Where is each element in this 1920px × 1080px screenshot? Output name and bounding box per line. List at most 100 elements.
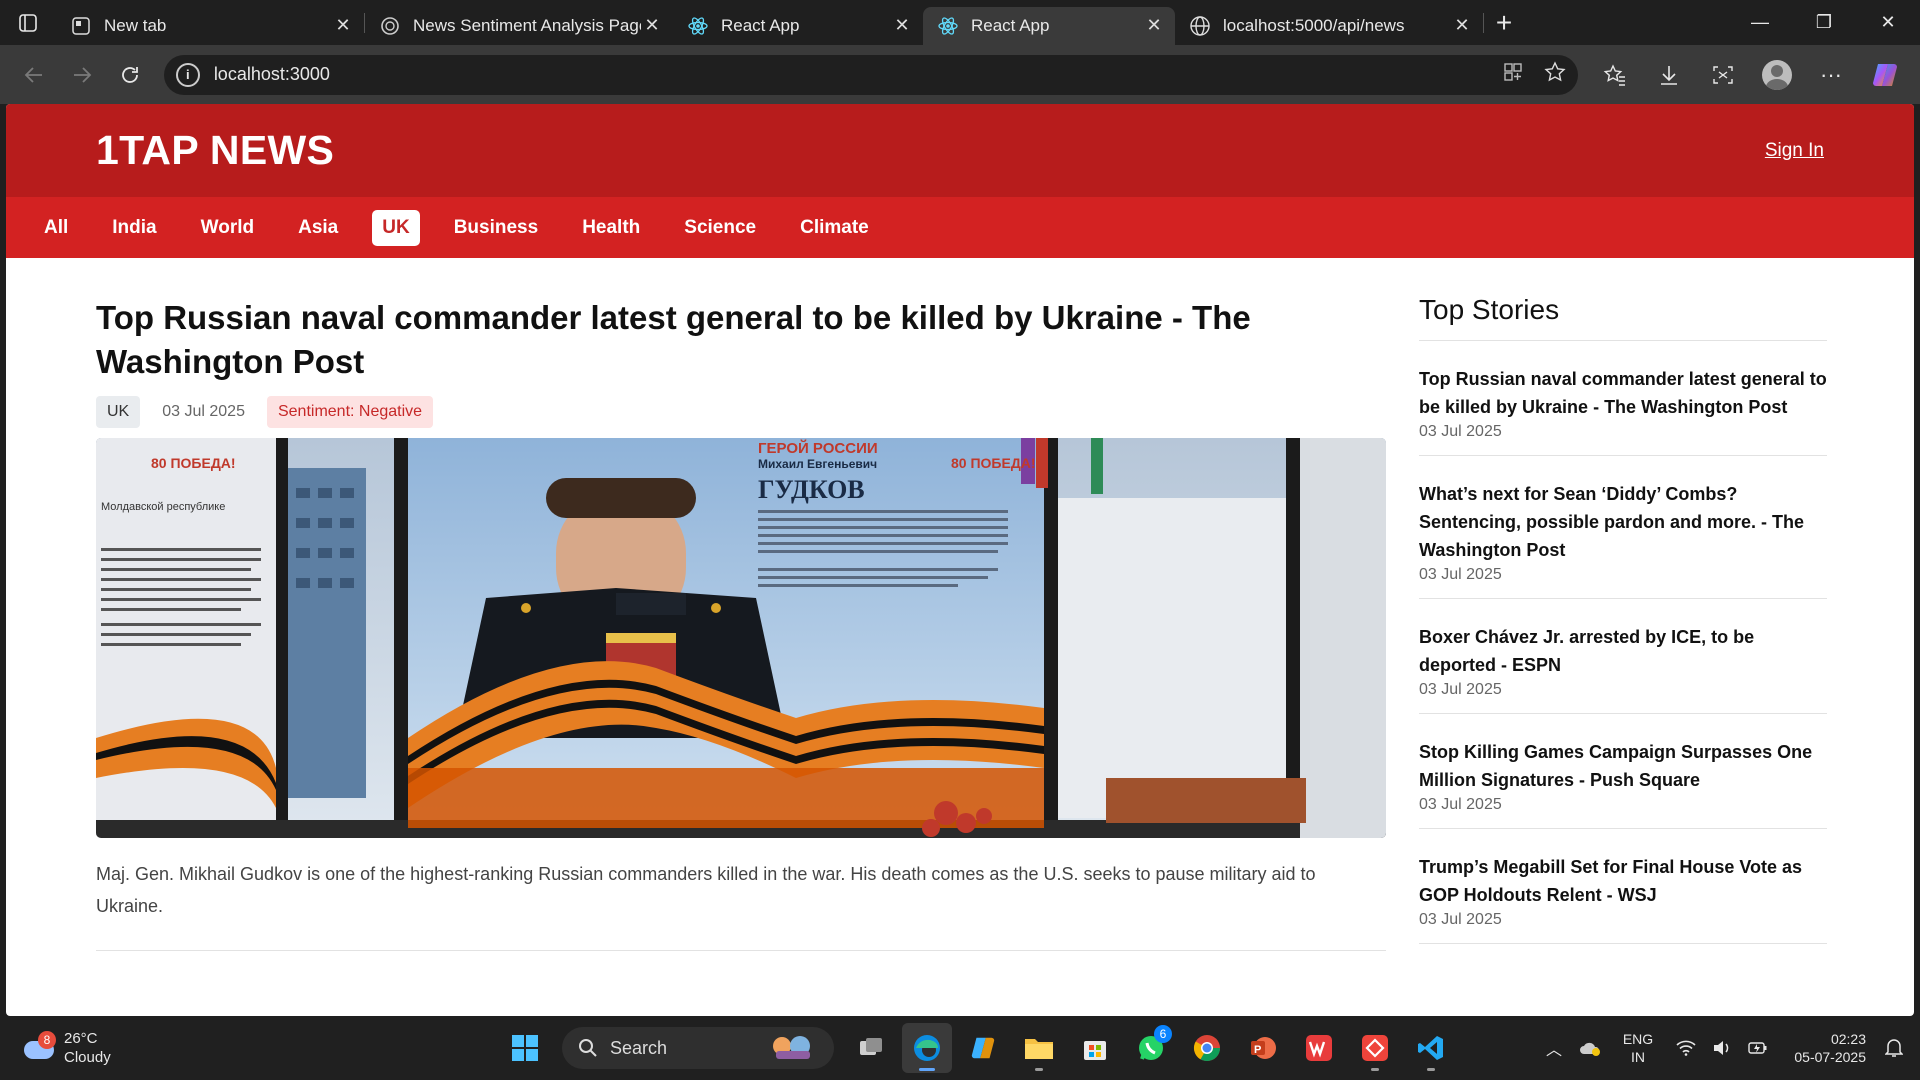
favorites-icon[interactable]	[1590, 51, 1640, 99]
app-available-icon[interactable]	[1502, 61, 1524, 88]
openai-icon	[379, 15, 401, 37]
language-indicator[interactable]: ENG IN	[1608, 1030, 1668, 1066]
tab-new-tab[interactable]: New tab ✕	[56, 7, 364, 45]
forward-button[interactable]	[58, 51, 106, 99]
sign-in-link[interactable]: Sign In	[1765, 140, 1824, 162]
anydesk-icon[interactable]	[1350, 1023, 1400, 1073]
newtab-icon	[70, 15, 92, 37]
category-science[interactable]: Science	[674, 210, 766, 246]
close-tab-icon[interactable]: ✕	[332, 15, 354, 37]
onedrive-icon[interactable]	[1572, 1040, 1608, 1056]
browser-tabbar: New tab ✕ News Sentiment Analysis Page ✕…	[0, 0, 1920, 45]
category-uk[interactable]: UK	[372, 209, 420, 246]
article-headline[interactable]: Top Russian naval commander latest gener…	[96, 296, 1386, 384]
site-logo[interactable]: 1TAP NEWS	[96, 127, 334, 174]
download-icon[interactable]	[1644, 51, 1694, 99]
minimize-icon[interactable]: —	[1728, 0, 1792, 45]
page-viewport: 1TAP NEWS Sign In All India World Asia U…	[6, 104, 1914, 1016]
refresh-button[interactable]	[106, 51, 154, 99]
article-image[interactable]: ГЕРОЙ РОССИИ Михаил Евгеньевич ГУДКОВ 80…	[96, 438, 1386, 838]
windows-start-icon[interactable]	[500, 1023, 550, 1073]
maximize-icon[interactable]: ❐	[1792, 0, 1856, 45]
chrome-icon[interactable]	[1182, 1023, 1232, 1073]
story-date: 03 Jul 2025	[1419, 423, 1502, 440]
taskbar-apps: Search 6 P	[500, 1016, 1456, 1080]
category-asia[interactable]: Asia	[288, 210, 348, 246]
screenshot-icon[interactable]	[1698, 51, 1748, 99]
category-climate[interactable]: Climate	[790, 210, 879, 246]
story-title[interactable]: What’s next for Sean ‘Diddy’ Combs? Sent…	[1419, 480, 1827, 564]
sentiment-badge: Sentiment: Negative	[266, 396, 434, 428]
svg-text:P: P	[1254, 1044, 1261, 1056]
close-tab-icon[interactable]: ✕	[1143, 15, 1165, 37]
close-tab-icon[interactable]: ✕	[1451, 15, 1473, 37]
back-button[interactable]	[10, 51, 58, 99]
new-tab-button[interactable]: +	[1484, 0, 1524, 45]
category-health[interactable]: Health	[572, 210, 650, 246]
tab-react-app[interactable]: React App ✕	[673, 7, 923, 45]
story-item[interactable]: Stop Killing Games Campaign Surpasses On…	[1419, 714, 1827, 829]
clock-time: 02:23	[1830, 1031, 1866, 1047]
address-bar[interactable]: i localhost:3000	[163, 54, 1578, 95]
tab-title: News Sentiment Analysis Page	[413, 15, 641, 35]
wps-office-icon[interactable]	[1294, 1023, 1344, 1073]
notification-bell-icon[interactable]	[1876, 1038, 1912, 1058]
close-tab-icon[interactable]: ✕	[641, 15, 663, 37]
story-item[interactable]: Top Russian naval commander latest gener…	[1419, 341, 1827, 456]
task-view-icon[interactable]	[846, 1023, 896, 1073]
refresh-icon	[121, 66, 138, 83]
profile-button[interactable]	[1752, 51, 1802, 99]
story-item[interactable]: Boxer Chávez Jr. arrested by ICE, to be …	[1419, 599, 1827, 714]
file-explorer-icon[interactable]	[1014, 1023, 1064, 1073]
battery-icon[interactable]	[1740, 1040, 1776, 1056]
lang-line2: IN	[1631, 1049, 1645, 1065]
chevron-up-icon[interactable]: ︿	[1536, 1036, 1572, 1060]
vscode-icon[interactable]	[1406, 1023, 1456, 1073]
close-tab-icon[interactable]: ✕	[891, 15, 913, 37]
system-clock[interactable]: 02:23 05-07-2025	[1776, 1030, 1866, 1066]
poster-left-heading: Молдавской республике	[101, 501, 225, 513]
lang-line1: ENG	[1622, 1031, 1654, 1047]
category-business[interactable]: Business	[444, 210, 548, 246]
category-all[interactable]: All	[34, 210, 78, 246]
tab-api-news[interactable]: localhost:5000/api/news ✕	[1175, 7, 1483, 45]
react-icon	[687, 15, 709, 37]
weather-widget[interactable]: 8 26°C Cloudy	[22, 1029, 282, 1067]
story-title[interactable]: Boxer Chávez Jr. arrested by ICE, to be …	[1419, 623, 1827, 679]
article-date: 03 Jul 2025	[162, 403, 245, 420]
story-title[interactable]: Top Russian naval commander latest gener…	[1419, 365, 1827, 421]
tab-actions-button[interactable]	[0, 0, 56, 45]
volume-icon[interactable]	[1704, 1040, 1740, 1056]
story-item[interactable]: What’s next for Sean ‘Diddy’ Combs? Sent…	[1419, 456, 1827, 599]
category-india[interactable]: India	[102, 210, 166, 246]
microsoft-store-icon[interactable]	[1070, 1023, 1120, 1073]
favorite-star-icon[interactable]	[1544, 61, 1566, 88]
story-title[interactable]: Trump’s Megabill Set for Final House Vot…	[1419, 853, 1827, 909]
close-window-icon[interactable]: ✕	[1856, 0, 1920, 45]
search-placeholder: Search	[610, 1037, 668, 1058]
globe-icon	[1189, 15, 1211, 37]
edge-browser-icon[interactable]	[902, 1023, 952, 1073]
category-nav: All India World Asia UK Business Health …	[6, 197, 1914, 258]
wifi-icon[interactable]	[1668, 1040, 1704, 1056]
tab-news-sentiment[interactable]: News Sentiment Analysis Page ✕	[365, 7, 673, 45]
taskbar: 8 26°C Cloudy Search 6 P ︿ ENG IN 02:23 …	[0, 1016, 1920, 1080]
whatsapp-icon[interactable]: 6	[1126, 1023, 1176, 1073]
copilot-icon[interactable]	[1860, 51, 1910, 99]
tab-react-app-active[interactable]: React App ✕	[923, 6, 1175, 45]
copilot-app-icon[interactable]	[958, 1023, 1008, 1073]
tab-title: localhost:5000/api/news	[1223, 15, 1405, 35]
powerpoint-icon[interactable]: P	[1238, 1023, 1288, 1073]
site-info-icon[interactable]: i	[175, 62, 200, 87]
search-icon	[579, 1039, 597, 1057]
more-menu-icon[interactable]: ···	[1806, 51, 1856, 99]
tab-title: React App	[721, 15, 800, 35]
tab-title: New tab	[104, 15, 167, 35]
category-badge: UK	[96, 396, 141, 428]
taskbar-search[interactable]: Search	[562, 1027, 834, 1069]
react-icon	[937, 15, 959, 37]
story-item[interactable]: Trump’s Megabill Set for Final House Vot…	[1419, 829, 1827, 944]
avatar	[1762, 59, 1792, 90]
story-title[interactable]: Stop Killing Games Campaign Surpasses On…	[1419, 738, 1827, 794]
category-world[interactable]: World	[191, 210, 264, 246]
